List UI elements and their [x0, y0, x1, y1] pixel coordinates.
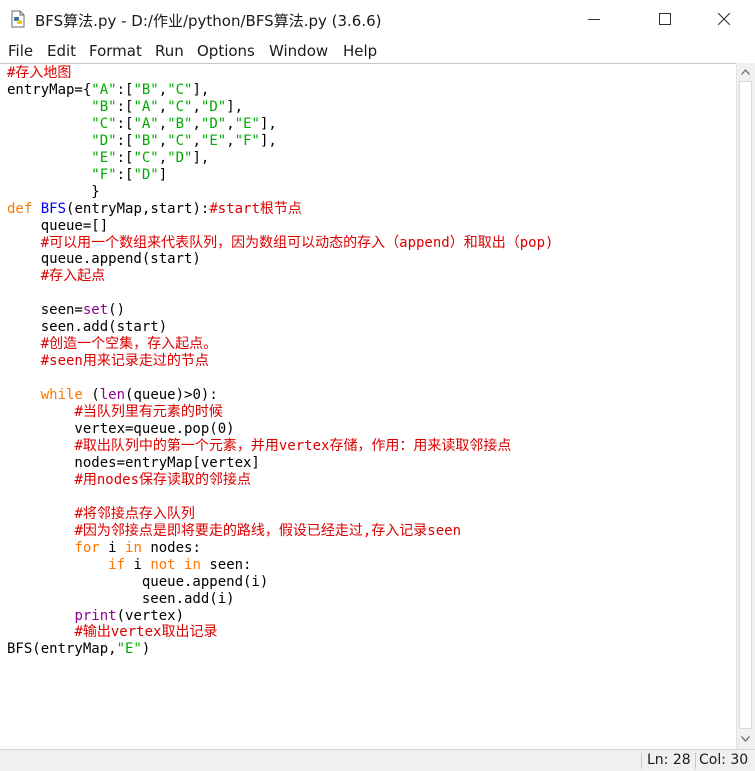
minimize-button[interactable]	[571, 0, 617, 38]
chevron-down-icon	[741, 736, 750, 742]
menu-bar: File Edit Format Run Options Window Help	[0, 38, 755, 64]
close-button[interactable]	[701, 0, 747, 38]
title-bar[interactable]: BFS算法.py - D:/作业/python/BFS算法.py (3.6.6)	[0, 0, 755, 38]
status-line: Ln: 28	[647, 752, 691, 768]
close-icon	[718, 13, 730, 25]
minimize-icon	[588, 19, 600, 20]
menu-format[interactable]: Format	[89, 42, 142, 60]
code-editor[interactable]: #存入地图 entryMap={"A":["B","C"], "B":["A",…	[0, 63, 736, 749]
menu-help[interactable]: Help	[343, 42, 377, 60]
status-column: Col: 30	[699, 752, 749, 768]
scrollbar-thumb[interactable]	[739, 81, 752, 729]
scroll-up-button[interactable]	[737, 64, 755, 80]
menu-run[interactable]: Run	[155, 42, 184, 60]
python-file-icon	[9, 10, 27, 28]
menu-options[interactable]: Options	[197, 42, 255, 60]
chevron-up-icon	[741, 69, 750, 75]
status-separator	[641, 753, 642, 769]
scroll-down-button[interactable]	[737, 731, 755, 747]
code-text[interactable]: #存入地图 entryMap={"A":["B","C"], "B":["A",…	[7, 65, 553, 658]
status-separator	[695, 753, 696, 769]
menu-window[interactable]: Window	[269, 42, 328, 60]
maximize-button[interactable]	[642, 0, 688, 38]
menu-file[interactable]: File	[8, 42, 33, 60]
menu-edit[interactable]: Edit	[47, 42, 76, 60]
window-title: BFS算法.py - D:/作业/python/BFS算法.py (3.6.6)	[35, 12, 382, 30]
vertical-scrollbar[interactable]	[736, 63, 755, 749]
status-bar: Ln: 28 Col: 30	[0, 749, 755, 771]
maximize-icon	[659, 13, 671, 25]
